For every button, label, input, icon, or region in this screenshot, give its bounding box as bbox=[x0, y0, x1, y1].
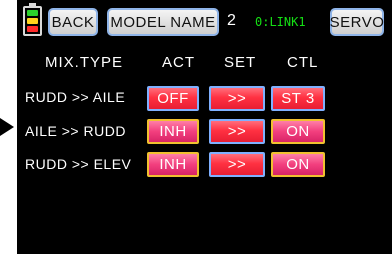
servo-button[interactable]: SERVO bbox=[330, 8, 384, 36]
column-header-mix-type: MIX.TYPE bbox=[45, 54, 124, 71]
transmitter-screen: BACK MODEL NAME 2 0:LINK1 SERVO MIX.TYPE… bbox=[17, 0, 392, 254]
set-button[interactable]: >> bbox=[209, 152, 265, 177]
battery-level-low bbox=[27, 26, 38, 32]
mix-row-label: AILE >> RUDD bbox=[25, 123, 126, 139]
act-button[interactable]: INH bbox=[147, 119, 199, 144]
set-button[interactable]: >> bbox=[209, 86, 265, 111]
link-status: 0:LINK1 bbox=[255, 15, 306, 29]
battery-icon bbox=[23, 3, 42, 36]
model-name-button[interactable]: MODEL NAME bbox=[107, 8, 219, 36]
act-button[interactable]: INH bbox=[147, 152, 199, 177]
mix-row-label: RUDD >> AILE bbox=[25, 89, 126, 105]
battery-level-high bbox=[27, 10, 38, 16]
column-header-act: ACT bbox=[162, 54, 195, 71]
mix-row-label: RUDD >> ELEV bbox=[25, 156, 132, 172]
ctl-button[interactable]: ON bbox=[271, 119, 325, 144]
column-header-ctl: CTL bbox=[287, 54, 319, 71]
selection-pointer-arrow bbox=[0, 118, 14, 136]
column-header-set: SET bbox=[224, 54, 257, 71]
back-button[interactable]: BACK bbox=[48, 8, 98, 36]
ctl-button[interactable]: ST 3 bbox=[271, 86, 325, 111]
model-number: 2 bbox=[227, 12, 236, 29]
set-button[interactable]: >> bbox=[209, 119, 265, 144]
ctl-button[interactable]: ON bbox=[271, 152, 325, 177]
act-button[interactable]: OFF bbox=[147, 86, 199, 111]
battery-level-mid bbox=[27, 18, 38, 24]
